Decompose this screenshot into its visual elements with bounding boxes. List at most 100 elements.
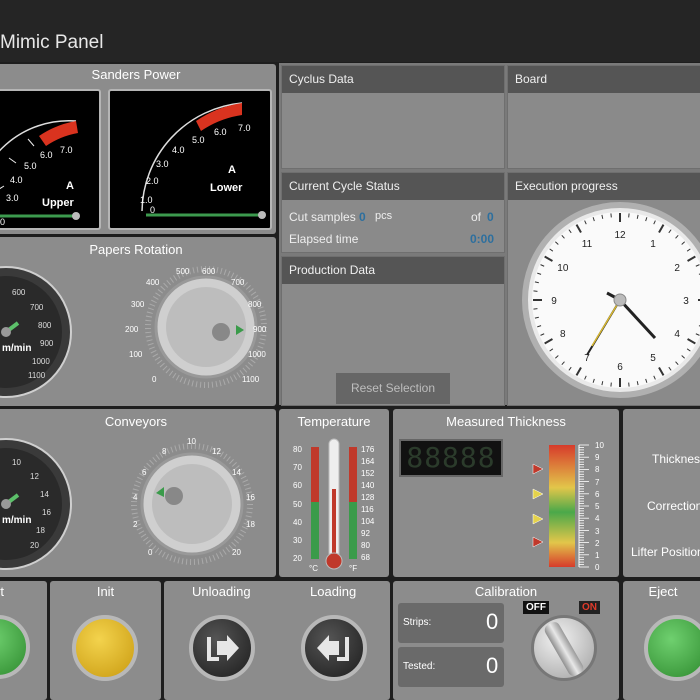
- papers-rotation-knob[interactable]: [154, 275, 258, 379]
- svg-text:70: 70: [293, 463, 302, 472]
- cyclus-data-title: Cyclus Data: [282, 66, 504, 93]
- upper-tick-6: 6.0: [40, 150, 53, 160]
- clock-number: 9: [551, 296, 557, 307]
- lower-tick-4: 4.0: [172, 145, 185, 155]
- svg-text:1100: 1100: [242, 375, 260, 384]
- cyclus-data-panel: Cyclus Data: [281, 65, 505, 169]
- svg-text:m/min: m/min: [2, 343, 31, 354]
- thickness-scale: [532, 444, 589, 568]
- conveyors-panel: Conveyors 10 12 14 16 18 20 m/min 0 2 4 …: [0, 409, 276, 577]
- clock-number: 1: [650, 239, 656, 250]
- thickness-scale-labels: 10 9 8 7 6 5 4 3 2 1 0: [595, 441, 604, 572]
- off-label: OFF: [523, 601, 549, 614]
- lower-tick-3: 3.0: [156, 159, 169, 169]
- tested-field: Tested: 0: [398, 647, 504, 687]
- svg-text:40: 40: [293, 518, 302, 527]
- calibration-title: Calibration: [474, 584, 538, 599]
- elapsed-time-value: 0:00: [470, 232, 495, 246]
- svg-text:20: 20: [30, 541, 39, 550]
- svg-text:164: 164: [361, 457, 375, 466]
- of-label: of: [471, 210, 482, 224]
- temperature-panel: Temperature 80 70 60 50 40 30 20 °C 176 …: [279, 409, 389, 577]
- correction-panel: Thickness Correction Lifter Position: [623, 409, 700, 577]
- upper-meter: 3.0 0 4.0 5.0 6.0 7.0 A Upper: [0, 89, 101, 230]
- cut-samples-label: Cut samples: [289, 210, 356, 224]
- thickness-label: Thickness: [652, 452, 700, 466]
- clock-number: 3: [683, 296, 689, 307]
- lower-unit: A: [228, 164, 236, 176]
- svg-text:116: 116: [361, 505, 374, 514]
- loading-button[interactable]: [301, 615, 367, 681]
- svg-text:600: 600: [12, 288, 26, 297]
- init-label: Init: [96, 584, 115, 599]
- elapsed-time-label: Elapsed time: [289, 232, 359, 246]
- cut-samples-value: 0: [359, 210, 366, 224]
- conveyors-knob[interactable]: [142, 454, 246, 558]
- svg-text:2: 2: [133, 520, 138, 529]
- clock-number: 8: [560, 329, 566, 340]
- sanders-power-panel: Sanders Power 3.0 0 4.0 5.0 6.0 7.0 A Up…: [0, 64, 276, 234]
- calibration-panel: Calibration Strips: 0 Tested: 0 OFF ON: [393, 581, 619, 700]
- svg-text:30: 30: [293, 536, 302, 545]
- eject-lamp[interactable]: [644, 615, 700, 681]
- tested-value: 0: [486, 653, 499, 678]
- title-bar: Mimic Panel: [0, 0, 700, 62]
- upper-tick-7: 7.0: [60, 145, 73, 155]
- svg-text:50: 50: [293, 500, 302, 509]
- upper-meter-dial: 3.0 0 4.0 5.0 6.0 7.0 A Upper: [0, 119, 80, 227]
- svg-text:700: 700: [30, 303, 44, 312]
- init-panel: Init: [50, 581, 161, 700]
- lower-tick-2: 2.0: [146, 176, 159, 186]
- lower-tick-5: 5.0: [192, 135, 205, 145]
- loading-label: Loading: [310, 584, 357, 599]
- svg-text:12: 12: [30, 472, 39, 481]
- of-value: 0: [487, 210, 494, 224]
- svg-text:104: 104: [361, 517, 375, 526]
- lower-tick-7: 7.0: [238, 123, 251, 133]
- unloading-button[interactable]: [189, 615, 255, 681]
- app-title: Mimic Panel: [0, 32, 104, 53]
- svg-text:°F: °F: [349, 564, 357, 573]
- svg-text:80: 80: [361, 541, 370, 550]
- cut-samples-unit: pcs: [375, 210, 393, 222]
- svg-text:18: 18: [246, 520, 255, 529]
- svg-text:14: 14: [40, 490, 49, 499]
- svg-text:92: 92: [361, 529, 370, 538]
- svg-text:200: 200: [125, 325, 139, 334]
- lower-meter: 0 1.0 2.0 3.0 4.0 5.0 6.0 7.0 A Lower: [108, 89, 272, 230]
- svg-text:80: 80: [293, 445, 302, 454]
- board-panel: Board: [507, 65, 700, 169]
- unloading-arrow-icon: [207, 635, 239, 661]
- svg-text:400: 400: [146, 278, 160, 287]
- svg-text:128: 128: [361, 493, 375, 502]
- reset-selection-button[interactable]: Reset Selection: [336, 373, 450, 404]
- svg-text:60: 60: [293, 481, 302, 490]
- svg-text:m/min: m/min: [2, 515, 31, 526]
- svg-text:4: 4: [133, 493, 138, 502]
- svg-text:68: 68: [361, 553, 370, 562]
- upper-tick-3: 3.0: [6, 193, 19, 203]
- svg-text:900: 900: [40, 339, 54, 348]
- upper-tick-4: 4.0: [10, 175, 23, 185]
- on-label: ON: [579, 601, 600, 614]
- execution-progress-title: Execution progress: [508, 173, 700, 200]
- svg-text:176: 176: [361, 445, 375, 454]
- current-cycle-status-title: Current Cycle Status: [282, 173, 504, 200]
- svg-text:0: 0: [152, 375, 157, 384]
- svg-text:100: 100: [129, 350, 143, 359]
- start-lamp[interactable]: [0, 615, 30, 679]
- papers-rotation-panel: Papers Rotation 600 700 800 900 1000 110…: [0, 237, 276, 406]
- upper-label: Upper: [42, 197, 75, 209]
- calibration-switch[interactable]: [531, 615, 597, 681]
- upper-tick-5: 5.0: [24, 161, 37, 171]
- upper-tick-0: 0: [0, 217, 5, 227]
- svg-text:8: 8: [162, 447, 167, 456]
- lower-meter-dial: 0 1.0 2.0 3.0 4.0 5.0 6.0 7.0 A Lower: [140, 102, 266, 219]
- clock-number: 2: [674, 263, 680, 274]
- svg-text:16: 16: [42, 508, 51, 517]
- init-lamp[interactable]: [72, 615, 138, 681]
- loading-panel: Unloading Loading: [164, 581, 390, 700]
- execution-progress-clock: 121234567891011: [522, 202, 700, 398]
- start-label: rt: [0, 584, 4, 599]
- svg-text:800: 800: [38, 321, 52, 330]
